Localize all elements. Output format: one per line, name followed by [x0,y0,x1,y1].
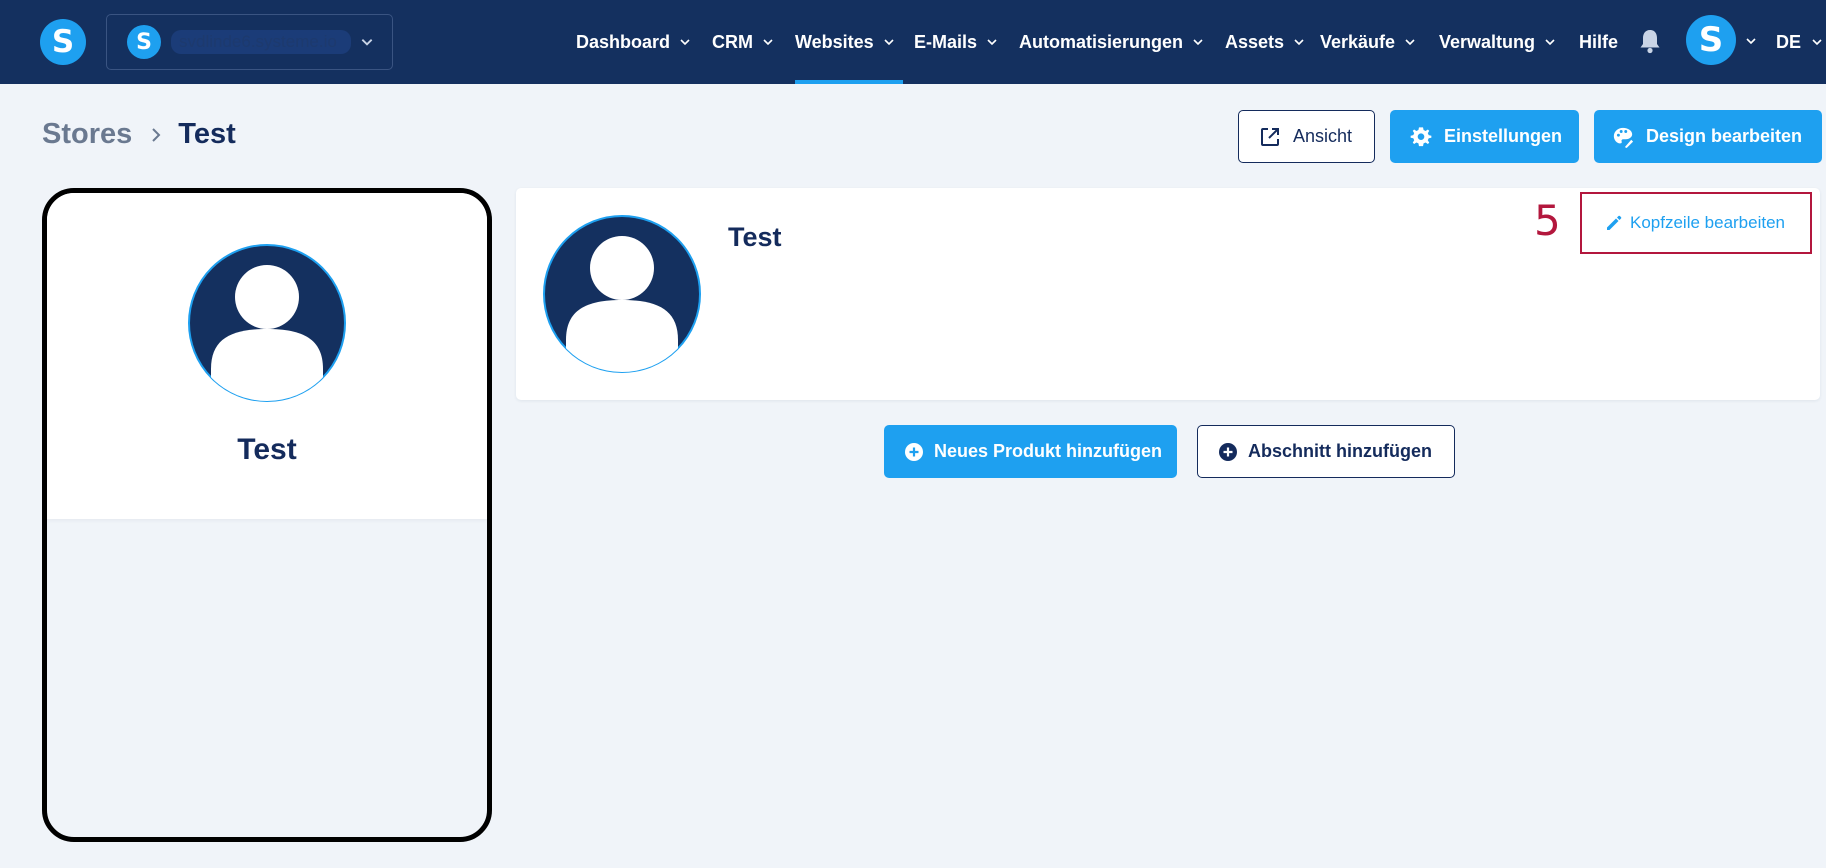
plus-circle-icon [1219,442,1237,461]
settings-button[interactable]: Einstellungen [1390,110,1579,163]
nav-label: Websites [795,31,874,52]
chevron-down-icon[interactable] [1745,35,1757,47]
preview-store-title: Test [237,433,297,466]
nav-item-websites[interactable]: Websites [795,0,903,84]
step-number-annotation: 5 [1534,196,1561,245]
chevron-down-icon [1193,39,1203,46]
top-navigation-bar: S S svdlinde6.systeme.io Dashboard CRM W… [0,0,1826,84]
breadcrumb-current: Test [178,118,236,150]
gear-icon [1410,126,1432,146]
account-name: svdlinde6.systeme.io [171,30,351,54]
language-label: DE [1776,31,1802,52]
add-section-button[interactable]: Abschnitt hinzufügen [1197,425,1455,478]
chevron-down-icon [1405,39,1415,46]
nav-item-crm[interactable]: CRM [712,0,774,84]
nav-label: Verkäufe [1320,31,1396,52]
plus-circle-icon [905,442,923,461]
chevron-down-icon [361,39,373,46]
add-product-label: Neues Produkt hinzufügen [934,441,1163,461]
nav-item-hilfe[interactable]: Hilfe [1579,0,1618,84]
nav-label: Dashboard [576,31,671,52]
add-product-button[interactable]: Neues Produkt hinzufügen [884,425,1177,478]
user-placeholder-icon [188,244,346,402]
chevron-down-icon [1812,39,1822,46]
add-section-label: Abschnitt hinzufügen [1248,441,1432,461]
edit-header-button[interactable]: Kopfzeile bearbeiten [1580,192,1812,254]
pencil-icon [1607,215,1622,230]
settings-button-label: Einstellungen [1444,126,1563,146]
edit-design-button[interactable]: Design bearbeiten [1594,110,1822,163]
breadcrumb-stores-link[interactable]: Stores [42,118,132,151]
nav-label: Automatisierungen [1019,31,1184,52]
nav-label: CRM [712,31,753,52]
systeme-logo[interactable]: S [40,19,86,65]
chevron-right-icon [152,127,161,142]
nav-item-assets[interactable]: Assets [1225,0,1305,84]
nav-label: E-Mails [914,31,978,52]
account-logo: S [127,25,161,59]
nav-item-automatisierungen[interactable]: Automatisierungen [1019,0,1204,84]
nav-item-verkaeufe[interactable]: Verkäufe [1320,0,1416,84]
chevron-down-icon [1545,39,1555,46]
chevron-down-icon [763,39,773,46]
palette-icon [1613,127,1634,148]
nav-label: Verwaltung [1439,31,1536,52]
user-placeholder-icon [543,215,701,373]
nav-item-dashboard[interactable]: Dashboard [576,0,691,84]
chevron-down-icon [987,39,997,46]
nav-item-verwaltung[interactable]: Verwaltung [1439,0,1556,84]
external-link-icon [1261,127,1279,146]
edit-header-label: Kopfzeile bearbeiten [1630,213,1786,232]
language-selector[interactable]: DE [1776,0,1823,84]
account-switcher[interactable]: S svdlinde6.systeme.io [106,14,393,70]
chevron-down-icon [884,39,894,46]
view-button-label: Ansicht [1293,126,1353,146]
view-button[interactable]: Ansicht [1238,110,1375,163]
chevron-down-icon [1294,39,1304,46]
breadcrumb: Stores Test [42,118,236,151]
edit-design-button-label: Design bearbeiten [1646,126,1803,146]
user-avatar[interactable]: S [1686,15,1736,65]
mobile-preview: Test [42,188,492,842]
bell-icon[interactable] [1638,28,1662,54]
chevron-down-icon [680,39,690,46]
nav-label: Assets [1225,31,1285,52]
preview-header: Test [47,193,487,519]
nav-label: Hilfe [1579,31,1619,52]
nav-item-emails[interactable]: E-Mails [914,0,998,84]
store-title: Test [728,222,782,252]
